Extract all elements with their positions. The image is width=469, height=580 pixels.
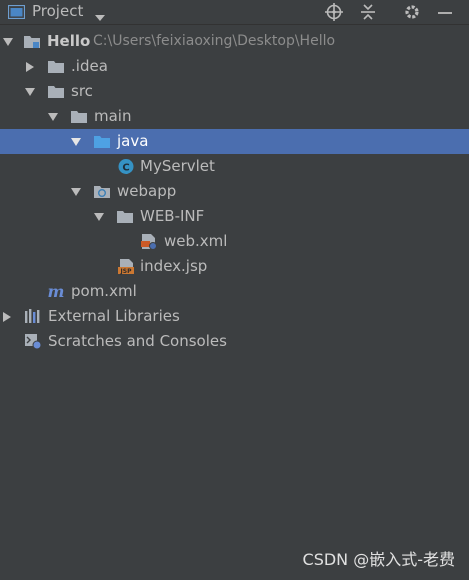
tool-window-title[interactable]: Project (32, 2, 83, 20)
chevron-down-icon[interactable] (3, 37, 13, 47)
folder-icon (47, 83, 65, 100)
chevron-right-icon[interactable] (2, 312, 12, 322)
svg-text:JSP: JSP (120, 268, 133, 275)
chevron-down-icon[interactable] (71, 137, 81, 147)
watermark: CSDN @嵌入式-老费 (302, 550, 455, 569)
tree-node-scratches[interactable]: Scratches and Consoles (0, 329, 469, 354)
svg-text:C: C (122, 163, 129, 174)
maven-icon: m (47, 283, 65, 300)
tree-node-pom-xml[interactable]: m pom.xml (0, 279, 469, 304)
tree-node-web-inf[interactable]: WEB-INF (0, 204, 469, 229)
chevron-right-icon[interactable] (25, 62, 35, 72)
collapse-all-icon[interactable] (359, 3, 377, 21)
jsp-file-icon: JSP (117, 258, 135, 275)
tree-node-label: main (94, 107, 132, 125)
module-folder-icon (23, 33, 41, 50)
tree-node-label: src (71, 82, 93, 100)
web-folder-icon (93, 183, 111, 200)
tree-node-label: web.xml (164, 232, 228, 250)
chevron-down-icon[interactable] (48, 112, 58, 122)
project-tool-window-header: Project (0, 0, 469, 25)
tree-node-label: MyServlet (140, 157, 215, 175)
tree-node-label: WEB-INF (140, 207, 205, 225)
tree-node-web-xml[interactable]: web.xml (0, 229, 469, 254)
scratches-icon (24, 333, 42, 350)
folder-icon (47, 58, 65, 75)
project-path: C:\Users\feixiaoxing\Desktop\Hello (93, 33, 336, 49)
tree-node-main[interactable]: main (0, 104, 469, 129)
tree-node-label: webapp (117, 182, 177, 200)
folder-icon (116, 208, 134, 225)
minimize-icon[interactable] (436, 3, 454, 21)
tree-node-src[interactable]: src (0, 79, 469, 104)
folder-icon (70, 108, 88, 125)
tree-node-java[interactable]: java (0, 129, 469, 154)
tree-node-external-libraries[interactable]: External Libraries (0, 304, 469, 329)
tree-node-webapp[interactable]: webapp (0, 179, 469, 204)
gear-icon[interactable] (403, 3, 421, 21)
tree-node-hello[interactable]: Hello C:\Users\feixiaoxing\Desktop\Hello (0, 29, 469, 54)
tree-node-label: pom.xml (71, 282, 137, 300)
xml-descriptor-icon (140, 233, 158, 250)
tree-node-label: Hello (47, 32, 91, 50)
tree-node-label: .idea (71, 57, 108, 75)
chevron-down-icon[interactable] (25, 87, 35, 97)
tree-node-label: Scratches and Consoles (48, 332, 227, 350)
libraries-icon (24, 308, 42, 325)
dropdown-icon[interactable] (95, 8, 105, 21)
tree-node-label: External Libraries (48, 307, 180, 325)
java-class-icon: C (117, 158, 135, 175)
tree-node-label: index.jsp (140, 257, 208, 275)
tree-node-index-jsp[interactable]: JSP index.jsp (0, 254, 469, 279)
chevron-down-icon[interactable] (71, 187, 81, 197)
tree-node-idea[interactable]: .idea (0, 54, 469, 79)
locate-icon[interactable] (325, 3, 343, 21)
svg-text:m: m (48, 283, 65, 300)
source-folder-icon (93, 133, 111, 150)
project-icon (7, 4, 26, 20)
tree-node-myservlet[interactable]: C MyServlet (0, 154, 469, 179)
tree-node-label: java (117, 132, 149, 150)
chevron-down-icon[interactable] (94, 212, 104, 222)
